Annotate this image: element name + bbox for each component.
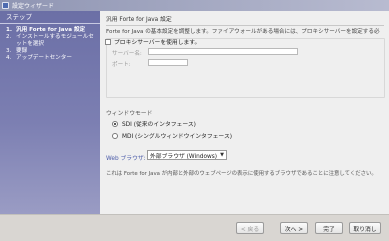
- window-title: 設定ウィザード: [12, 3, 55, 10]
- step-label: 要録: [16, 48, 28, 54]
- step-item: 2. インストールするモジュールセットを選択: [0, 34, 100, 48]
- step-number: 3.: [6, 48, 12, 54]
- app-icon: [2, 2, 9, 9]
- server-name-input[interactable]: [148, 48, 298, 55]
- footer-bar: < 戻る 次へ > 完了 取り消し: [0, 214, 389, 241]
- proxy-checkbox[interactable]: [105, 38, 111, 45]
- sdi-radio[interactable]: [112, 120, 118, 127]
- steps-header: ステップ: [0, 11, 100, 24]
- finish-button[interactable]: 完了: [315, 222, 343, 234]
- content-panel: 汎用 Forte for Java 設定 Forte for Java の基本設…: [100, 11, 389, 214]
- sdi-radio-row[interactable]: SDI (従来のインタフェース): [112, 119, 196, 128]
- web-browser-label: Web ブラウザ:: [106, 156, 146, 162]
- web-browser-select[interactable]: 外部ブラウザ (Windows) ▼: [147, 150, 227, 160]
- step-label: インストールするモジュールセットを選択: [16, 34, 94, 47]
- description-text: Forte for Java の基本設定を調整します。ファイアウォールがある場合…: [106, 29, 380, 35]
- next-button[interactable]: 次へ >: [280, 222, 308, 234]
- step-number: 2.: [6, 34, 12, 40]
- step-title: 汎用 Forte for Java 設定: [106, 14, 384, 26]
- step-number: 1.: [6, 27, 13, 33]
- cancel-button[interactable]: 取り消し: [349, 222, 381, 234]
- steps-panel: ステップ 1. 汎用 Forte for Java 設定 2. インストールする…: [0, 11, 100, 214]
- browser-note: これは Forte for Java が内部と外部のウェブページの表示に使用する…: [106, 171, 377, 177]
- steps-list: 1. 汎用 Forte for Java 設定 2. インストールするモジュール…: [0, 27, 100, 62]
- server-name-label: サーバー名:: [112, 51, 142, 57]
- mdi-radio-row[interactable]: MDI (シングルウィンドウインタフェース): [112, 131, 232, 140]
- title-bar: 設定ウィザード: [0, 0, 389, 11]
- window-mode-label: ウィンドウモード: [106, 111, 153, 117]
- step-item: 3. 要録: [0, 48, 100, 55]
- back-button[interactable]: < 戻る: [236, 222, 264, 234]
- step-label: アップデートセンター: [16, 55, 72, 61]
- step-item: 4. アップデートセンター: [0, 55, 100, 62]
- step-label: 汎用 Forte for Java 設定: [16, 27, 86, 33]
- port-label: ポート:: [112, 62, 131, 68]
- mdi-radio[interactable]: [112, 132, 118, 139]
- port-input[interactable]: [148, 59, 188, 66]
- proxy-checkbox-label[interactable]: プロキシサーバーを使用します。: [114, 37, 200, 46]
- step-number: 4.: [6, 55, 12, 61]
- step-item: 1. 汎用 Forte for Java 設定: [0, 27, 100, 34]
- proxy-checkbox-row[interactable]: プロキシサーバーを使用します。: [105, 37, 200, 46]
- proxy-group: [106, 38, 385, 98]
- mdi-radio-label[interactable]: MDI (シングルウィンドウインタフェース): [122, 131, 232, 140]
- web-browser-value: 外部ブラウザ (Windows): [150, 153, 218, 160]
- chevron-down-icon[interactable]: ▼: [218, 151, 226, 159]
- setup-wizard-window: 設定ウィザード ステップ 1. 汎用 Forte for Java 設定 2. …: [0, 0, 389, 241]
- sdi-radio-label[interactable]: SDI (従来のインタフェース): [122, 119, 196, 128]
